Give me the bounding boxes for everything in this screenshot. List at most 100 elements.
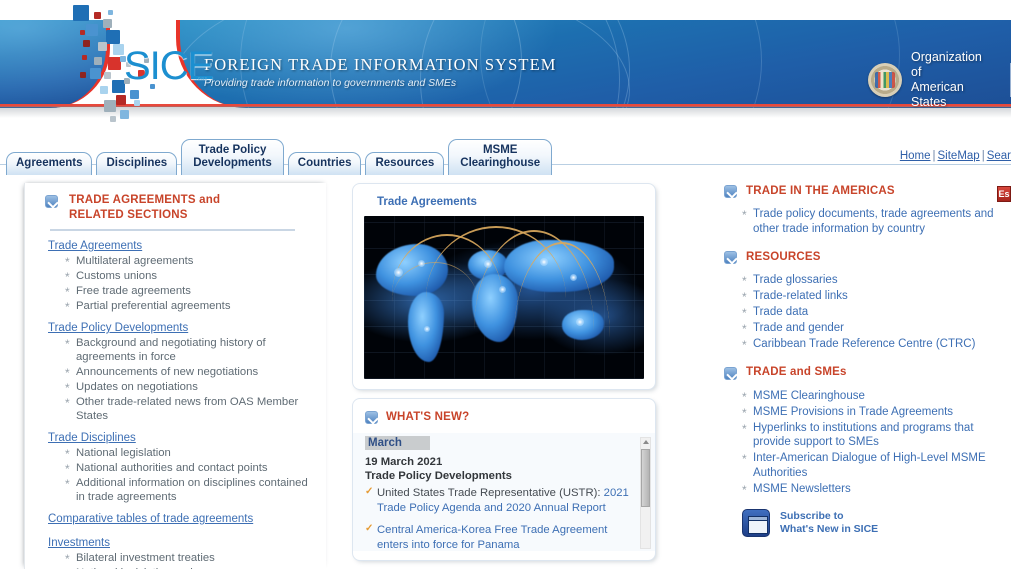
chevron-down-icon — [365, 411, 378, 424]
page-content: TRADE AGREEMENTS and RELATED SECTIONS Tr… — [0, 175, 1011, 569]
link-trade-agreements[interactable]: Trade Agreements — [48, 240, 318, 252]
oas-logo[interactable]: Organization of American States — [868, 50, 1011, 110]
news-item[interactable]: United States Trade Representative (USTR… — [365, 485, 633, 515]
right-section-title: TRADE and SMEs — [746, 366, 847, 378]
list-item[interactable]: Additional information on disciplines co… — [65, 476, 318, 504]
link-search[interactable]: Sear — [987, 150, 1011, 162]
mosaic-square — [106, 30, 120, 44]
main-navigation: Agreements Disciplines Trade Policy Deve… — [0, 130, 1011, 175]
news-item[interactable]: Central America-Korea Free Trade Agreeme… — [365, 522, 633, 551]
mosaic-square — [100, 86, 108, 94]
scrollbar-thumb[interactable] — [641, 449, 650, 507]
map-light — [499, 286, 506, 293]
tab-agreements[interactable]: Agreements — [6, 152, 93, 175]
link-home[interactable]: Home — [900, 150, 931, 162]
whats-new-title: WHAT'S NEW? — [386, 410, 470, 423]
section-trade-in-the-americas: TRADE IN THE AMERICAS Trade policy docum… — [724, 183, 1011, 236]
newsletter-icon — [742, 509, 770, 537]
list-item[interactable]: Customs unions — [65, 269, 318, 284]
link-sitemap[interactable]: SiteMap — [938, 150, 980, 162]
right-section-title: RESOURCES — [746, 250, 821, 263]
mosaic-square — [110, 116, 116, 122]
left-sidebar-panel: TRADE AGREEMENTS and RELATED SECTIONS Tr… — [24, 183, 326, 569]
list-item[interactable]: Trade glossaries — [742, 273, 1011, 288]
whats-new-body: March 19 March 2021 Trade Policy Develop… — [353, 433, 655, 551]
list-item[interactable]: Other trade-related news from OAS Member… — [65, 395, 318, 423]
link-trade-disciplines[interactable]: Trade Disciplines — [48, 432, 318, 444]
language-toggle-button[interactable]: Es — [997, 186, 1011, 202]
list-item[interactable]: Trade data — [742, 305, 1011, 320]
site-banner: FOREIGN TRADE INFORMATION SYSTEM Providi… — [0, 0, 1011, 130]
banner-text-block: FOREIGN TRADE INFORMATION SYSTEM Providi… — [204, 55, 557, 89]
left-list-investments: Bilateral investment treaties National l… — [45, 551, 318, 569]
tab-trade-policy-developments[interactable]: Trade Policy Developments — [181, 139, 284, 175]
right-list-trade-and-smes: MSME Clearinghouse MSME Provisions in Tr… — [724, 389, 1011, 496]
left-list-trade-disciplines: National legislation National authoritie… — [45, 446, 318, 504]
list-item[interactable]: Trade and gender — [742, 321, 1011, 336]
utility-links: Home | SiteMap | Sear — [900, 150, 1011, 162]
mosaic-square — [80, 72, 86, 78]
link-trade-policy-developments[interactable]: Trade Policy Developments — [48, 322, 318, 334]
center-column: Trade Agreements WHAT'S NEW? March 19 Ma… — [352, 183, 656, 561]
link-comparative-tables[interactable]: Comparative tables of trade agreements — [48, 513, 318, 525]
list-item[interactable]: Bilateral investment treaties — [65, 551, 318, 566]
list-item[interactable]: National authorities and contact points — [65, 461, 318, 476]
list-item[interactable]: Free trade agreements — [65, 284, 318, 299]
whats-new-header: WHAT'S NEW? — [353, 408, 655, 424]
mosaic-square — [86, 24, 98, 36]
trade-agreements-card: Trade Agreements — [352, 183, 656, 390]
sice-wordmark-suffix: .oas — [196, 76, 208, 82]
list-item[interactable]: Updates on negotiations — [65, 380, 318, 395]
world-trade-map-image[interactable] — [364, 216, 644, 379]
mosaic-square — [104, 100, 116, 112]
news-date: 19 March 2021 — [365, 456, 443, 468]
whats-new-card: WHAT'S NEW? March 19 March 2021 Trade Po… — [352, 398, 656, 561]
news-item-link[interactable]: Central America-Korea Free Trade Agreeme… — [377, 524, 607, 551]
link-separator: | — [932, 150, 936, 162]
banner-title: FOREIGN TRADE INFORMATION SYSTEM — [204, 55, 557, 74]
list-item[interactable]: Announcements of new negotiations — [65, 365, 318, 380]
list-item[interactable]: Caribbean Trade Reference Centre (CTRC) — [742, 337, 1011, 352]
map-light — [576, 318, 584, 326]
list-item[interactable]: Background and negotiating history of ag… — [65, 336, 318, 364]
mosaic-square — [80, 30, 85, 35]
map-light — [418, 260, 425, 267]
subscribe-block[interactable]: Subscribe to What's New in SICE — [742, 509, 1011, 537]
banner-subtitle: Providing trade information to governmen… — [204, 77, 457, 89]
mosaic-square — [94, 12, 101, 19]
tab-msme-clearinghouse[interactable]: MSME Clearinghouse — [448, 139, 553, 175]
oas-seal-icon — [868, 63, 902, 97]
list-item[interactable]: Inter-American Dialogue of High-Level MS… — [742, 451, 1011, 480]
map-light — [394, 268, 403, 277]
list-item[interactable]: Trade policy documents, trade agreements… — [742, 207, 1011, 236]
tab-resources[interactable]: Resources — [365, 152, 445, 175]
list-item[interactable]: MSME Newsletters — [742, 482, 1011, 496]
list-item[interactable]: Trade-related links — [742, 289, 1011, 304]
news-category: Trade Policy Developments — [365, 470, 512, 482]
list-item[interactable]: Partial preferential agreements — [65, 299, 318, 314]
list-item[interactable]: Multilateral agreements — [65, 254, 318, 269]
mosaic-square — [134, 100, 140, 106]
list-item[interactable]: MSME Provisions in Trade Agreements — [742, 405, 1011, 419]
tab-countries[interactable]: Countries — [287, 152, 362, 175]
mosaic-square — [108, 10, 113, 15]
list-item[interactable]: Hyperlinks to institutions and programs … — [742, 421, 1011, 450]
link-investments[interactable]: Investments — [48, 537, 318, 549]
mosaic-square — [113, 44, 124, 55]
news-scrollbar[interactable] — [640, 437, 651, 549]
list-item[interactable]: MSME Clearinghouse — [742, 389, 1011, 403]
mosaic-square — [83, 40, 90, 47]
trade-agreements-title: Trade Agreements — [377, 196, 477, 208]
mosaic-square — [130, 90, 139, 99]
tab-disciplines[interactable]: Disciplines — [96, 152, 178, 175]
list-item[interactable]: National legislation — [65, 446, 318, 461]
mosaic-square — [116, 95, 126, 105]
chevron-down-icon — [724, 251, 737, 264]
scroll-up-arrow-icon[interactable] — [643, 440, 649, 444]
left-list-trade-agreements: Multilateral agreements Customs unions F… — [45, 254, 318, 314]
right-list-resources: Trade glossaries Trade-related links Tra… — [724, 273, 1011, 352]
map-light — [570, 274, 577, 281]
sice-logo[interactable]: SICE .oas — [20, 0, 220, 128]
right-list-trade-in-the-americas: Trade policy documents, trade agreements… — [724, 207, 1011, 236]
